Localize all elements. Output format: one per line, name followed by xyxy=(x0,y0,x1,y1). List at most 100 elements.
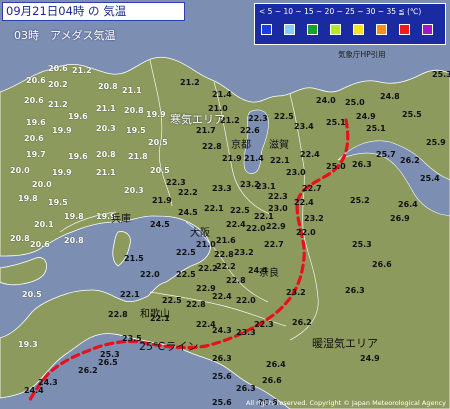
temperature-reading: 21.0 xyxy=(196,240,216,249)
temperature-reading: 25.4 xyxy=(420,174,440,183)
temperature-reading: 20.2 xyxy=(48,80,68,89)
line-25c-label: 25℃ライン xyxy=(139,340,199,353)
temperature-reading: 22.3 xyxy=(166,178,186,187)
temperature-reading: 21.8 xyxy=(128,152,148,161)
temperature-reading: 22.5 xyxy=(176,270,196,279)
temperature-reading: 24.8 xyxy=(380,92,400,101)
temperature-reading: 22.1 xyxy=(204,204,224,213)
pref-label-hyogo: 兵庫 xyxy=(111,214,131,225)
temperature-reading: 22.5 xyxy=(230,206,250,215)
temperature-reading: 25.9 xyxy=(426,138,446,147)
temperature-reading: 26.4 xyxy=(266,360,286,369)
temperature-reading: 22.5 xyxy=(162,296,182,305)
temperature-reading: 19.5 xyxy=(48,198,68,207)
temperature-reading: 19.7 xyxy=(26,150,46,159)
temperature-reading: 21.2 xyxy=(48,100,68,109)
temperature-reading: 20.6 xyxy=(26,76,46,85)
temperature-reading: 22.5 xyxy=(274,112,294,121)
temperature-reading: 22.0 xyxy=(140,270,160,279)
cold-area-label: 寒気エリア xyxy=(170,113,225,126)
temperature-reading: 23.2 xyxy=(234,248,254,257)
pref-label-kyoto: 京都 xyxy=(231,140,251,151)
temperature-reading: 21.4 xyxy=(244,154,264,163)
temperature-reading: 25.1 xyxy=(326,118,346,127)
temperature-reading: 25.3 xyxy=(352,240,372,249)
temperature-reading: 21.6 xyxy=(216,236,236,245)
temperature-reading: 20.5 xyxy=(22,290,42,299)
temperature-reading: 24.5 xyxy=(150,220,170,229)
temperature-reading: 22.1 xyxy=(254,212,274,221)
pref-label-shiga: 滋賀 xyxy=(269,140,289,151)
temperature-reading: 19.5 xyxy=(126,126,146,135)
temperature-reading: 22.2 xyxy=(198,264,218,273)
temperature-reading: 25.0 xyxy=(326,162,346,171)
temperature-reading: 20.8 xyxy=(98,82,118,91)
temperature-reading: 21.2 xyxy=(72,66,92,75)
temperature-reading: 20.8 xyxy=(10,234,30,243)
temperature-reading: 23.1 xyxy=(256,182,276,191)
temperature-reading: 19.8 xyxy=(64,212,84,221)
temperature-reading: 20.3 xyxy=(96,124,116,133)
temperature-reading: 20.5 xyxy=(150,166,170,175)
temperature-reading: 19.9 xyxy=(52,168,72,177)
temperature-reading: 19.3 xyxy=(18,340,38,349)
temperature-reading: 23.2 xyxy=(304,214,324,223)
temperature-reading: 21.4 xyxy=(212,90,232,99)
temperature-reading: 22.1 xyxy=(270,156,290,165)
temperature-reading: 22.3 xyxy=(268,192,288,201)
temperature-reading: 22.0 xyxy=(296,228,316,237)
temperature-reading: 25.5 xyxy=(402,110,422,119)
pref-label-nara: 奈良 xyxy=(259,268,279,279)
temperature-reading: 22.4 xyxy=(226,220,246,229)
temperature-reading: 25.6 xyxy=(212,372,232,381)
temperature-reading: 24.3 xyxy=(212,326,232,335)
temperature-reading: 21.9 xyxy=(222,154,242,163)
temperature-reading: 26.9 xyxy=(390,214,410,223)
temperature-reading: 21.1 xyxy=(96,168,116,177)
temperature-reading: 25.2 xyxy=(350,196,370,205)
temperature-reading: 22.0 xyxy=(246,224,266,233)
temperature-reading: 21.0 xyxy=(208,104,228,113)
temperature-reading: 22.4 xyxy=(294,198,314,207)
temperature-reading: 19.8 xyxy=(18,194,38,203)
temperature-reading: 22.8 xyxy=(108,310,128,319)
temperature-reading: 20.0 xyxy=(10,166,30,175)
temperature-reading: 22.8 xyxy=(214,250,234,259)
line-25c xyxy=(28,118,350,402)
temperature-reading: 22.8 xyxy=(226,276,246,285)
pref-label-osaka: 大阪 xyxy=(190,228,210,239)
temperature-reading: 24.9 xyxy=(356,112,376,121)
temperature-reading: 22.4 xyxy=(212,292,232,301)
temperature-reading: 22.9 xyxy=(266,222,286,231)
temperature-reading: 26.3 xyxy=(345,286,365,295)
temperature-reading: 21.1 xyxy=(96,104,116,113)
temperature-reading: 24.3 xyxy=(38,378,58,387)
temperature-reading: 19.9 xyxy=(146,110,166,119)
temperature-reading: 25.0 xyxy=(345,98,365,107)
temperature-reading: 23.3 xyxy=(236,328,256,337)
pref-label-wakayama: 和歌山 xyxy=(140,309,170,320)
temperature-reading: 21.2 xyxy=(180,78,200,87)
temperature-reading: 26.2 xyxy=(78,366,98,375)
temperature-reading: 26.5 xyxy=(98,358,118,367)
temperature-reading: 23.0 xyxy=(286,168,306,177)
temperature-reading: 22.2 xyxy=(178,188,198,197)
temperature-reading: 20.6 xyxy=(24,134,44,143)
warm-area-label: 暖湿気エリア xyxy=(312,337,378,350)
temperature-reading: 21.9 xyxy=(152,196,172,205)
temperature-reading: 26.3 xyxy=(352,160,372,169)
temperature-reading: 22.4 xyxy=(300,150,320,159)
temperature-reading: 19.6 xyxy=(68,112,88,121)
temperature-reading: 23.3 xyxy=(212,184,232,193)
temperature-reading: 19.6 xyxy=(26,118,46,127)
temperature-reading: 19.9 xyxy=(52,126,72,135)
temperature-reading: 22.2 xyxy=(216,262,236,271)
temperature-reading: 22.7 xyxy=(264,240,284,249)
temperature-reading: 19.6 xyxy=(68,152,88,161)
temperature-reading: 20.6 xyxy=(24,96,44,105)
temperature-reading: 22.9 xyxy=(196,284,216,293)
temperature-reading: 20.3 xyxy=(124,186,144,195)
temperature-reading: 22.8 xyxy=(186,300,206,309)
temperature-reading: 25.3 xyxy=(100,350,120,359)
temperature-reading: 20.6 xyxy=(30,240,50,249)
